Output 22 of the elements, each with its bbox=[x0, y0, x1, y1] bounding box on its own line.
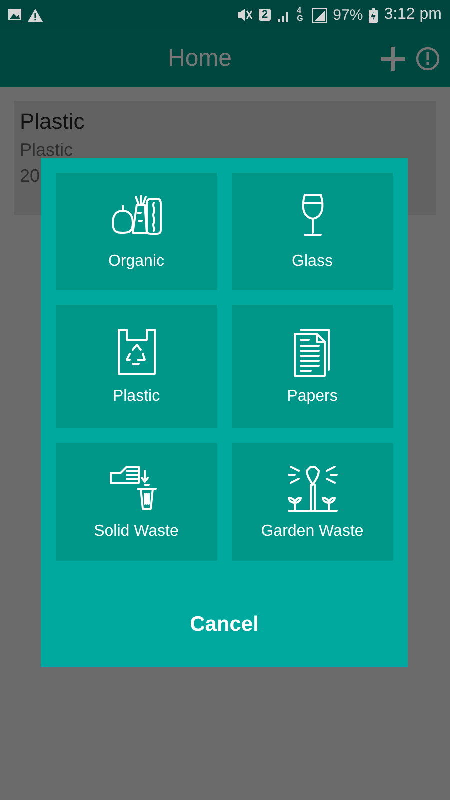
category-tile[interactable]: Garden Waste bbox=[232, 443, 393, 561]
info-button[interactable] bbox=[416, 46, 440, 70]
category-tile[interactable]: Plastic bbox=[56, 305, 217, 428]
battery-percent: 97% bbox=[333, 6, 364, 24]
screen-title: Home bbox=[166, 44, 234, 72]
sim-badge: 2 bbox=[259, 9, 272, 21]
category-tile[interactable]: Papers bbox=[232, 305, 393, 428]
category-tile[interactable]: Glass bbox=[232, 173, 393, 290]
mute-icon bbox=[237, 8, 254, 22]
warning-icon bbox=[28, 8, 43, 22]
network-type: 4G bbox=[297, 7, 304, 23]
image-icon bbox=[8, 9, 22, 21]
alert-icon bbox=[416, 46, 440, 70]
category-tile[interactable]: Solid Waste bbox=[56, 443, 217, 561]
card-title: Plastic bbox=[20, 108, 86, 136]
category-tile[interactable]: Organic bbox=[56, 173, 217, 290]
plus-icon bbox=[380, 46, 406, 72]
signal-icon bbox=[312, 8, 328, 22]
cancel-button[interactable]: Cancel bbox=[170, 605, 279, 645]
clock-time: 3:12 pm bbox=[384, 6, 442, 24]
add-button[interactable] bbox=[380, 46, 406, 72]
battery-icon bbox=[369, 8, 378, 22]
